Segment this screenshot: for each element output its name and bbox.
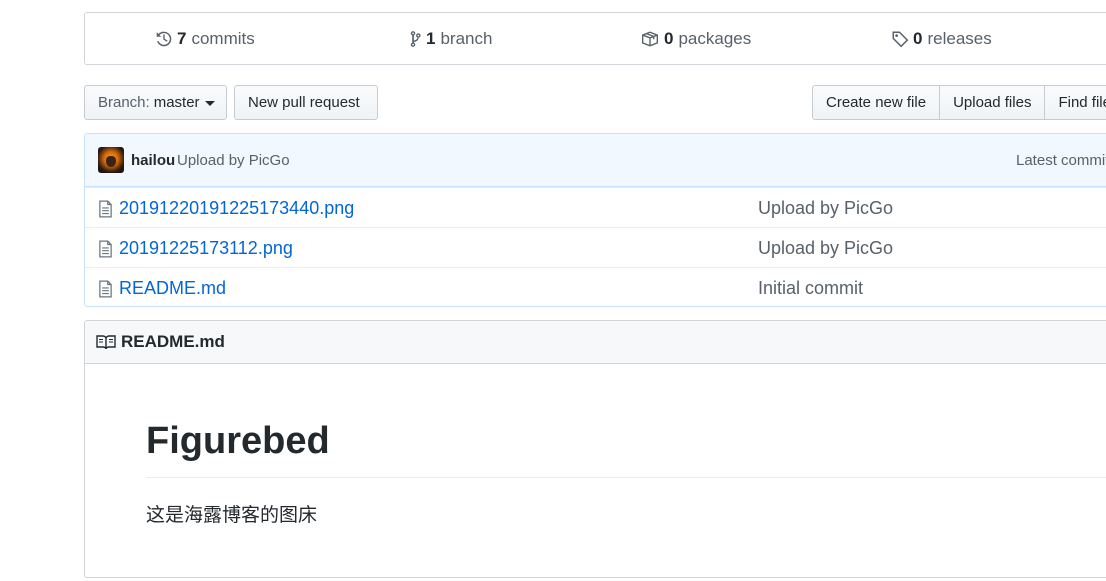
file-icon [98,200,113,223]
file-commit-message[interactable]: Initial commit [758,278,863,299]
commits-label: commits [191,28,255,48]
file-commit-message[interactable]: Upload by PicGo [758,238,893,259]
divider [146,477,1106,478]
upload-files-button[interactable]: Upload files [939,85,1046,120]
package-icon [640,30,660,48]
commit-message[interactable]: Upload by PicGo [177,152,290,169]
book-icon [96,334,116,350]
commits-count: 7 [177,28,187,48]
readme-header: README.md [85,321,1106,364]
readme-title: Figurebed [146,420,330,462]
releases-count: 0 [913,28,923,48]
file-table: hailou Upload by PicGo Latest commit 201… [84,133,1106,307]
file-link[interactable]: 20191220191225173440.png [119,198,354,219]
branch-value: master [153,94,200,111]
packages-label: packages [678,28,752,48]
commits-link[interactable]: 7 commits [155,13,255,64]
history-icon [155,30,173,48]
repo-summary-bar: 7 commits 1 branch 0 packages 0 releases [84,12,1106,65]
branches-link[interactable]: 1 branch [408,13,492,64]
file-icon [98,240,113,263]
latest-commit-label: Latest commit [1016,151,1106,169]
table-row: README.md Initial commit [85,267,1106,306]
readme-panel: README.md Figurebed 这是海露博客的图床 [84,320,1106,578]
file-commit-message[interactable]: Upload by PicGo [758,198,893,219]
new-pull-request-button[interactable]: New pull request [234,85,378,120]
commit-author[interactable]: hailou [131,152,175,169]
packages-count: 0 [664,28,674,48]
table-row: 20191225173112.png Upload by PicGo [85,227,1106,267]
caret-down-icon [204,101,215,106]
file-link[interactable]: README.md [119,278,226,299]
branch-select-button[interactable]: Branch: master [84,85,227,120]
readme-text: 这是海露博客的图床 [146,504,318,526]
create-new-file-button[interactable]: Create new file [812,85,941,120]
git-branch-icon [408,30,422,48]
file-link[interactable]: 20191225173112.png [119,238,293,259]
tag-icon [891,30,909,48]
latest-commit-bar: hailou Upload by PicGo Latest commit [85,134,1106,187]
branch-prefix: Branch: [98,94,150,111]
packages-link[interactable]: 0 packages [640,13,751,64]
releases-link[interactable]: 0 releases [891,13,992,64]
file-actions-group: Create new file Upload files Find file [812,85,1106,120]
file-icon [98,280,113,303]
avatar[interactable] [98,147,124,173]
table-row: 20191220191225173440.png Upload by PicGo [85,187,1106,227]
find-file-button[interactable]: Find file [1044,85,1106,120]
releases-label: releases [927,28,992,48]
branch-label: branch [440,28,493,48]
readme-header-title: README.md [121,332,225,351]
branch-count: 1 [426,28,436,48]
